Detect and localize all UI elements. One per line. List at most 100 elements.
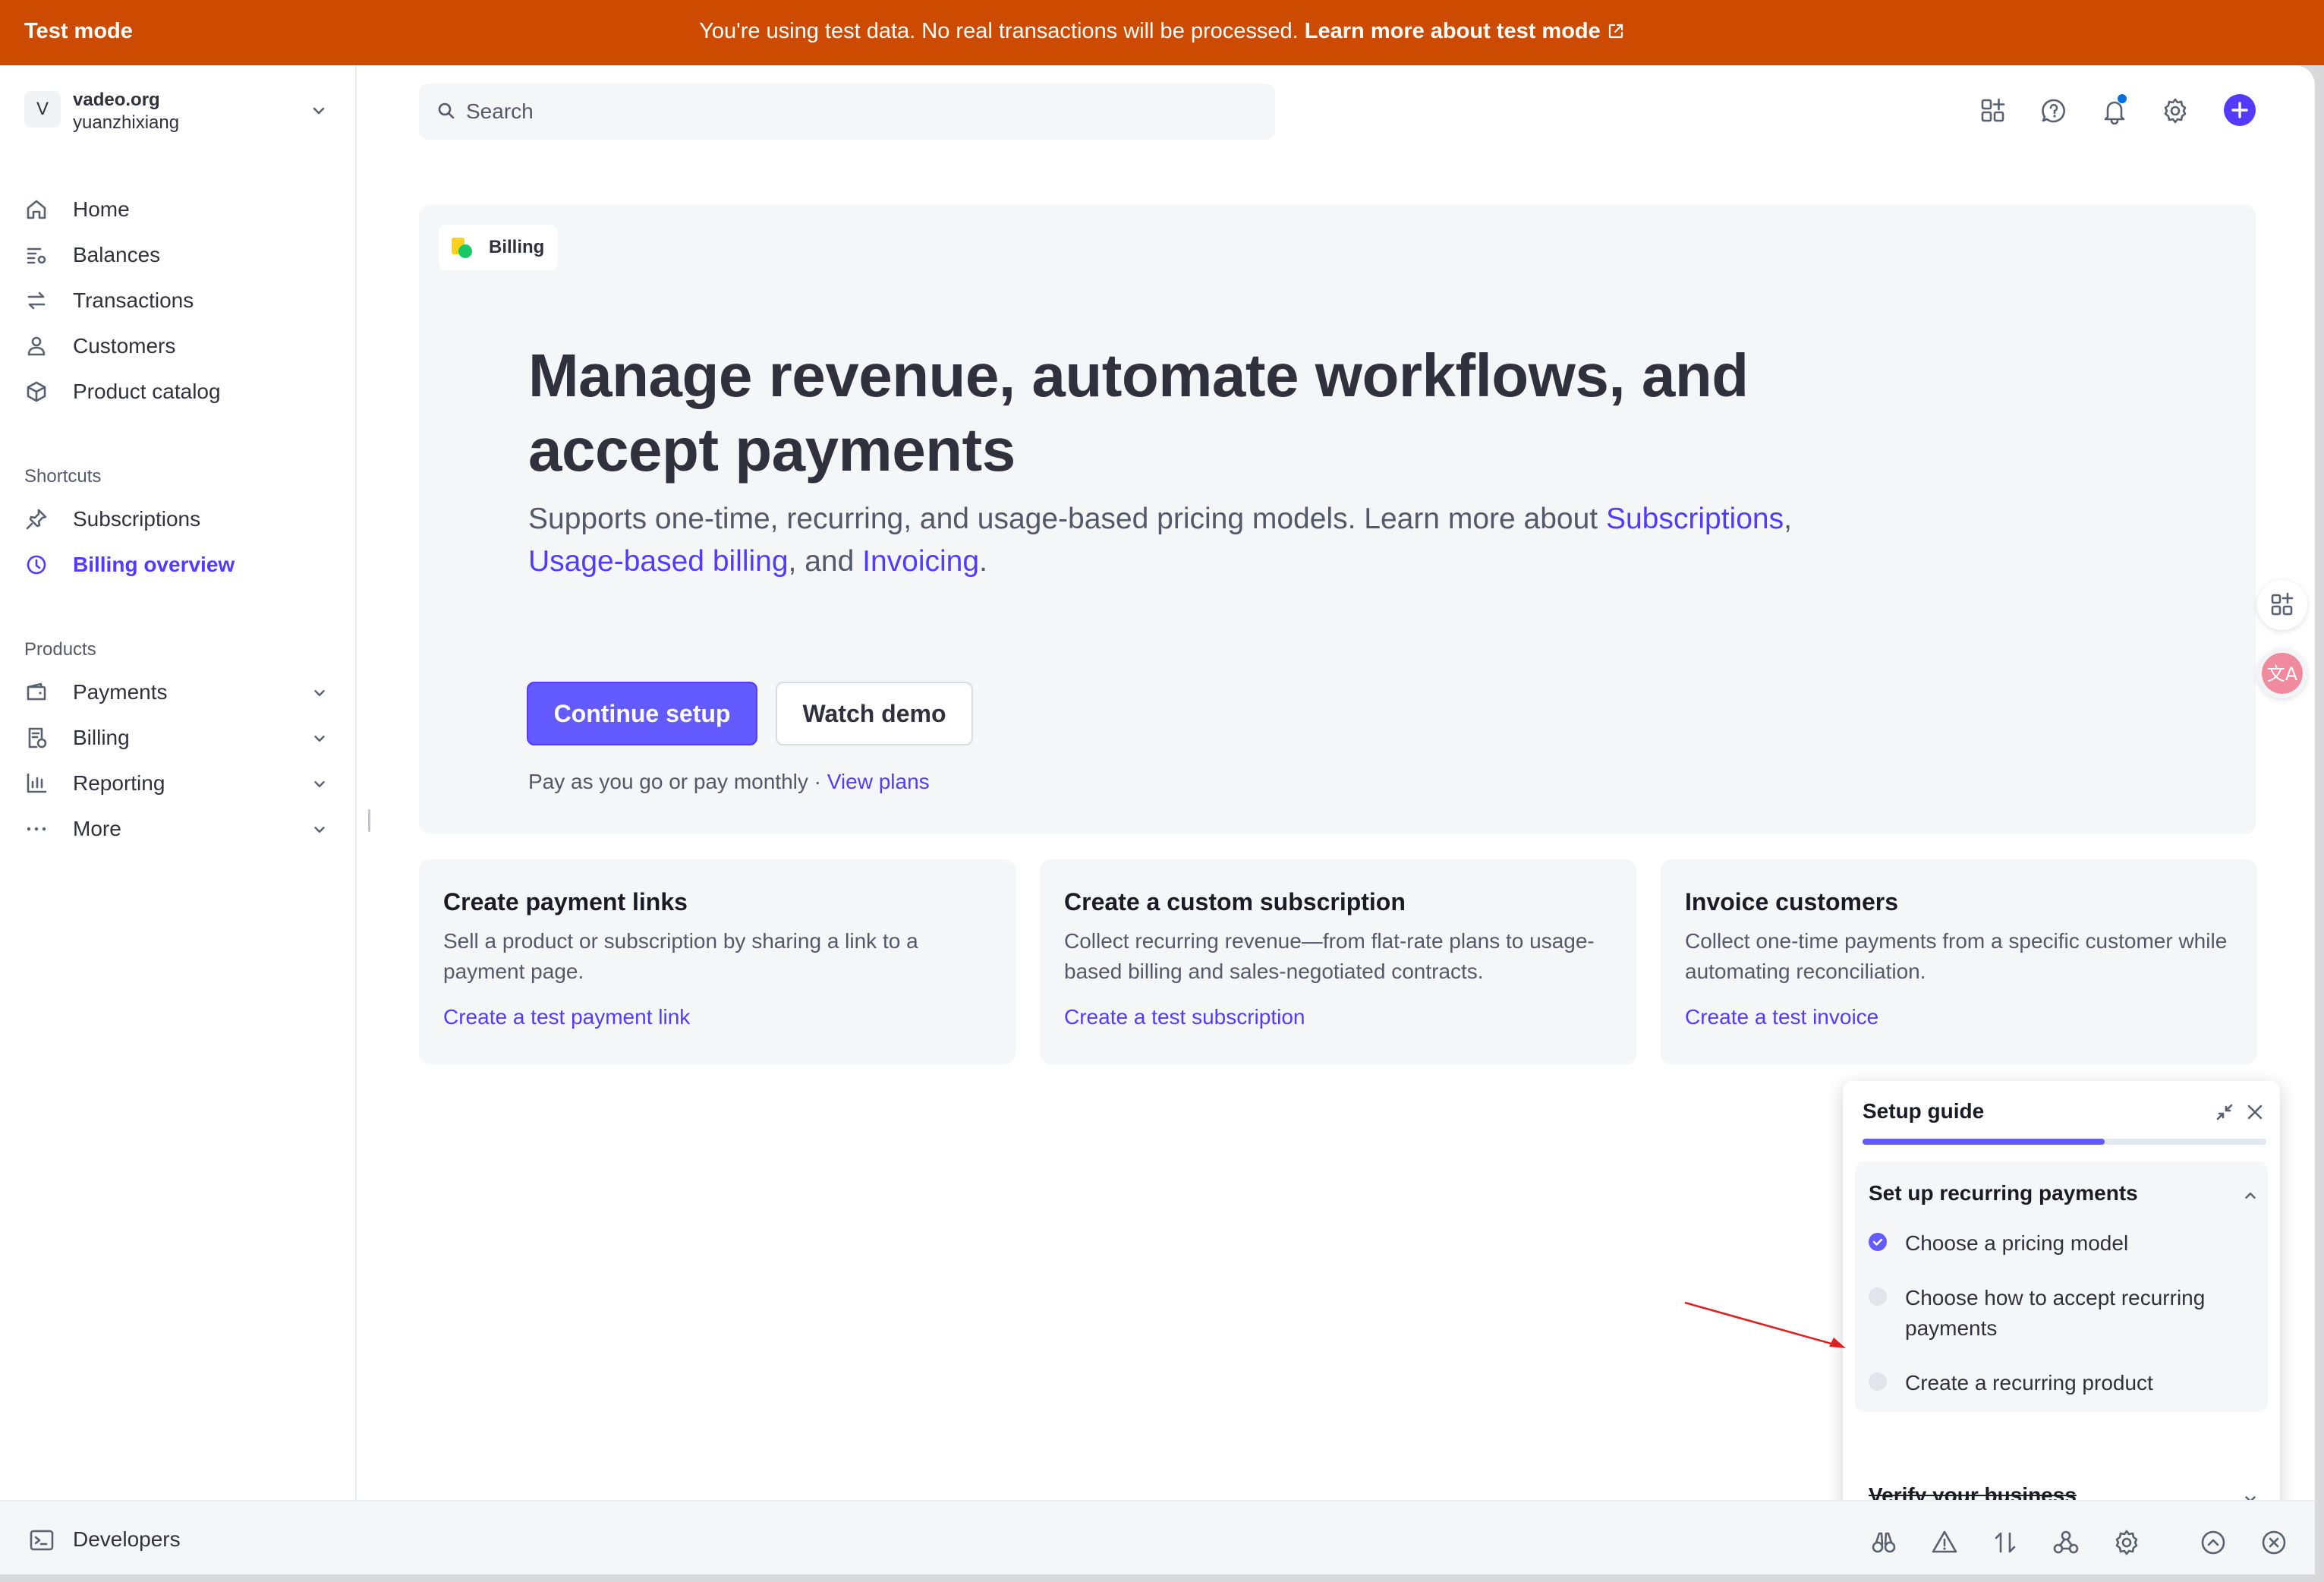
sidebar-item-label: Home <box>73 197 130 221</box>
external-link-icon <box>1607 22 1625 40</box>
minimize-icon[interactable] <box>2215 1102 2234 1122</box>
warning-icon[interactable] <box>1931 1529 1958 1556</box>
sidebar-item-label: Billing <box>73 726 130 749</box>
developers-bar[interactable]: Developers <box>0 1500 2315 1574</box>
account-org: vadeo.org <box>73 90 160 110</box>
help-icon[interactable] <box>2040 97 2067 124</box>
learn-more-test-mode-link[interactable]: Learn more about test mode <box>1305 19 1601 43</box>
sidebar-item-billing-overview[interactable]: Billing overview <box>24 545 328 583</box>
create-test-invoice-link[interactable]: Create a test invoice <box>1685 1005 1878 1029</box>
invoicing-link[interactable]: Invoicing <box>862 545 979 578</box>
pending-circle-icon <box>1869 1372 1887 1391</box>
sidebar-item-transactions[interactable]: Transactions <box>24 281 328 319</box>
continue-setup-button[interactable]: Continue setup <box>527 682 757 745</box>
section-title: Set up recurring payments <box>1869 1181 2138 1205</box>
close-circle-icon[interactable] <box>2260 1529 2288 1556</box>
sidebar-item-reporting[interactable]: Reporting <box>24 764 328 802</box>
test-mode-text: You're using test data. No real transact… <box>699 19 1299 43</box>
sidebar-resize-handle[interactable] <box>368 809 370 832</box>
watch-demo-button[interactable]: Watch demo <box>776 682 973 745</box>
account-avatar: V <box>24 91 61 128</box>
bar-chart-icon <box>24 771 49 796</box>
apps-add-icon[interactable] <box>2257 580 2307 630</box>
pricing-note: Pay as you go or pay monthly · View plan… <box>528 770 930 794</box>
search-bar[interactable] <box>419 84 1275 140</box>
settings-gear-icon[interactable] <box>2113 1529 2140 1556</box>
invoice-customers-card: Invoice customers Collect one-time payme… <box>1661 859 2257 1064</box>
setup-guide-panel: Setup guide Set up recurring payments Ch… <box>1843 1081 2280 1539</box>
create-test-subscription-link[interactable]: Create a test subscription <box>1064 1005 1305 1029</box>
card-title: Create payment links <box>443 888 688 915</box>
chevron-down-icon <box>310 102 328 120</box>
pin-icon <box>24 507 49 531</box>
search-input[interactable] <box>466 94 1225 129</box>
sidebar-item-customers[interactable]: Customers <box>24 326 328 364</box>
translate-icon[interactable]: 文A <box>2257 648 2307 698</box>
sidebar-item-product-catalog[interactable]: Product catalog <box>24 372 328 410</box>
billing-hero: Billing Manage revenue, automate workflo… <box>419 205 2256 834</box>
hero-subtitle: Supports one-time, recurring, and usage-… <box>528 498 1864 583</box>
card-title: Create a custom subscription <box>1064 888 1406 915</box>
sidebar-item-home[interactable]: Home <box>24 190 328 228</box>
notifications-icon[interactable] <box>2101 94 2128 124</box>
terminal-icon <box>29 1527 55 1553</box>
create-test-payment-link[interactable]: Create a test payment link <box>443 1005 690 1029</box>
settings-gear-icon[interactable] <box>2162 97 2189 124</box>
sidebar-item-label: Transactions <box>73 288 194 312</box>
hero-subtitle-period: . <box>979 545 987 578</box>
card-description: Sell a product or subscription by sharin… <box>443 929 918 983</box>
chevron-up-icon[interactable] <box>2242 1187 2259 1204</box>
billing-logo-icon <box>451 237 474 260</box>
svg-text:文A: 文A <box>2267 663 2298 685</box>
sidebar-item-label: Payments <box>73 680 168 704</box>
subscriptions-link[interactable]: Subscriptions <box>1606 503 1784 535</box>
chevron-down-icon <box>311 776 328 793</box>
account-switcher[interactable]: V vadeo.org yuanzhixiang <box>24 87 328 135</box>
usage-based-billing-link[interactable]: Usage-based billing <box>528 545 789 578</box>
person-icon <box>24 334 49 358</box>
notification-badge <box>2118 94 2127 103</box>
sidebar-item-label: More <box>73 817 121 840</box>
view-plans-link[interactable]: View plans <box>827 770 930 793</box>
sidebar-item-label: Balances <box>73 243 161 266</box>
home-icon <box>24 197 49 222</box>
sidebar: V vadeo.org yuanzhixiang Home Balances T… <box>0 65 357 1500</box>
balances-icon <box>24 243 49 267</box>
sidebar-item-balances[interactable]: Balances <box>24 235 328 273</box>
inspect-icon[interactable] <box>1870 1529 1897 1556</box>
sidebar-item-more[interactable]: More <box>24 809 328 847</box>
sidebar-item-billing[interactable]: Billing <box>24 718 328 756</box>
billing-chip: Billing <box>439 225 559 270</box>
products-heading: Products <box>24 639 96 660</box>
account-user: yuanzhixiang <box>73 112 180 133</box>
task-label: Create a recurring product <box>1905 1371 2153 1394</box>
sidebar-item-label: Product catalog <box>73 380 221 403</box>
close-icon[interactable] <box>2245 1102 2265 1122</box>
payment-links-card: Create payment links Sell a product or s… <box>419 859 1016 1064</box>
billing-icon <box>24 726 49 750</box>
card-description: Collect recurring revenue—from flat-rate… <box>1064 929 1595 983</box>
more-icon <box>24 817 49 841</box>
dashboard-window: V vadeo.org yuanzhixiang Home Balances T… <box>0 65 2315 1574</box>
hero-subtitle-text: Supports one-time, recurring, and usage-… <box>528 503 1606 535</box>
apps-add-icon[interactable] <box>1979 97 2007 124</box>
card-description: Collect one-time payments from a specifi… <box>1685 929 2228 983</box>
task-label: Choose a pricing model <box>1905 1231 2129 1255</box>
setup-progress-fill <box>1863 1139 2105 1145</box>
recurring-payments-section[interactable]: Set up recurring payments Choose a prici… <box>1855 1161 2268 1412</box>
setup-progress-bar <box>1863 1139 2266 1145</box>
sidebar-item-label: Billing overview <box>73 553 235 576</box>
sidebar-item-label: Subscriptions <box>73 507 201 531</box>
hero-subtitle-comma: , <box>1784 503 1792 535</box>
search-icon <box>436 100 457 121</box>
sidebar-item-payments[interactable]: Payments <box>24 673 328 711</box>
webhooks-icon[interactable] <box>2052 1529 2080 1556</box>
card-title: Invoice customers <box>1685 888 1898 915</box>
create-plus-button[interactable] <box>2224 94 2256 126</box>
sidebar-item-label: Customers <box>73 334 176 358</box>
test-mode-message: You're using test data. No real transact… <box>0 19 2324 44</box>
expand-up-icon[interactable] <box>2200 1529 2227 1556</box>
sidebar-item-subscriptions[interactable]: Subscriptions <box>24 499 328 537</box>
hero-title: Manage revenue, automate workflows, and … <box>528 342 1749 484</box>
sort-arrows-icon[interactable] <box>1992 1529 2019 1556</box>
